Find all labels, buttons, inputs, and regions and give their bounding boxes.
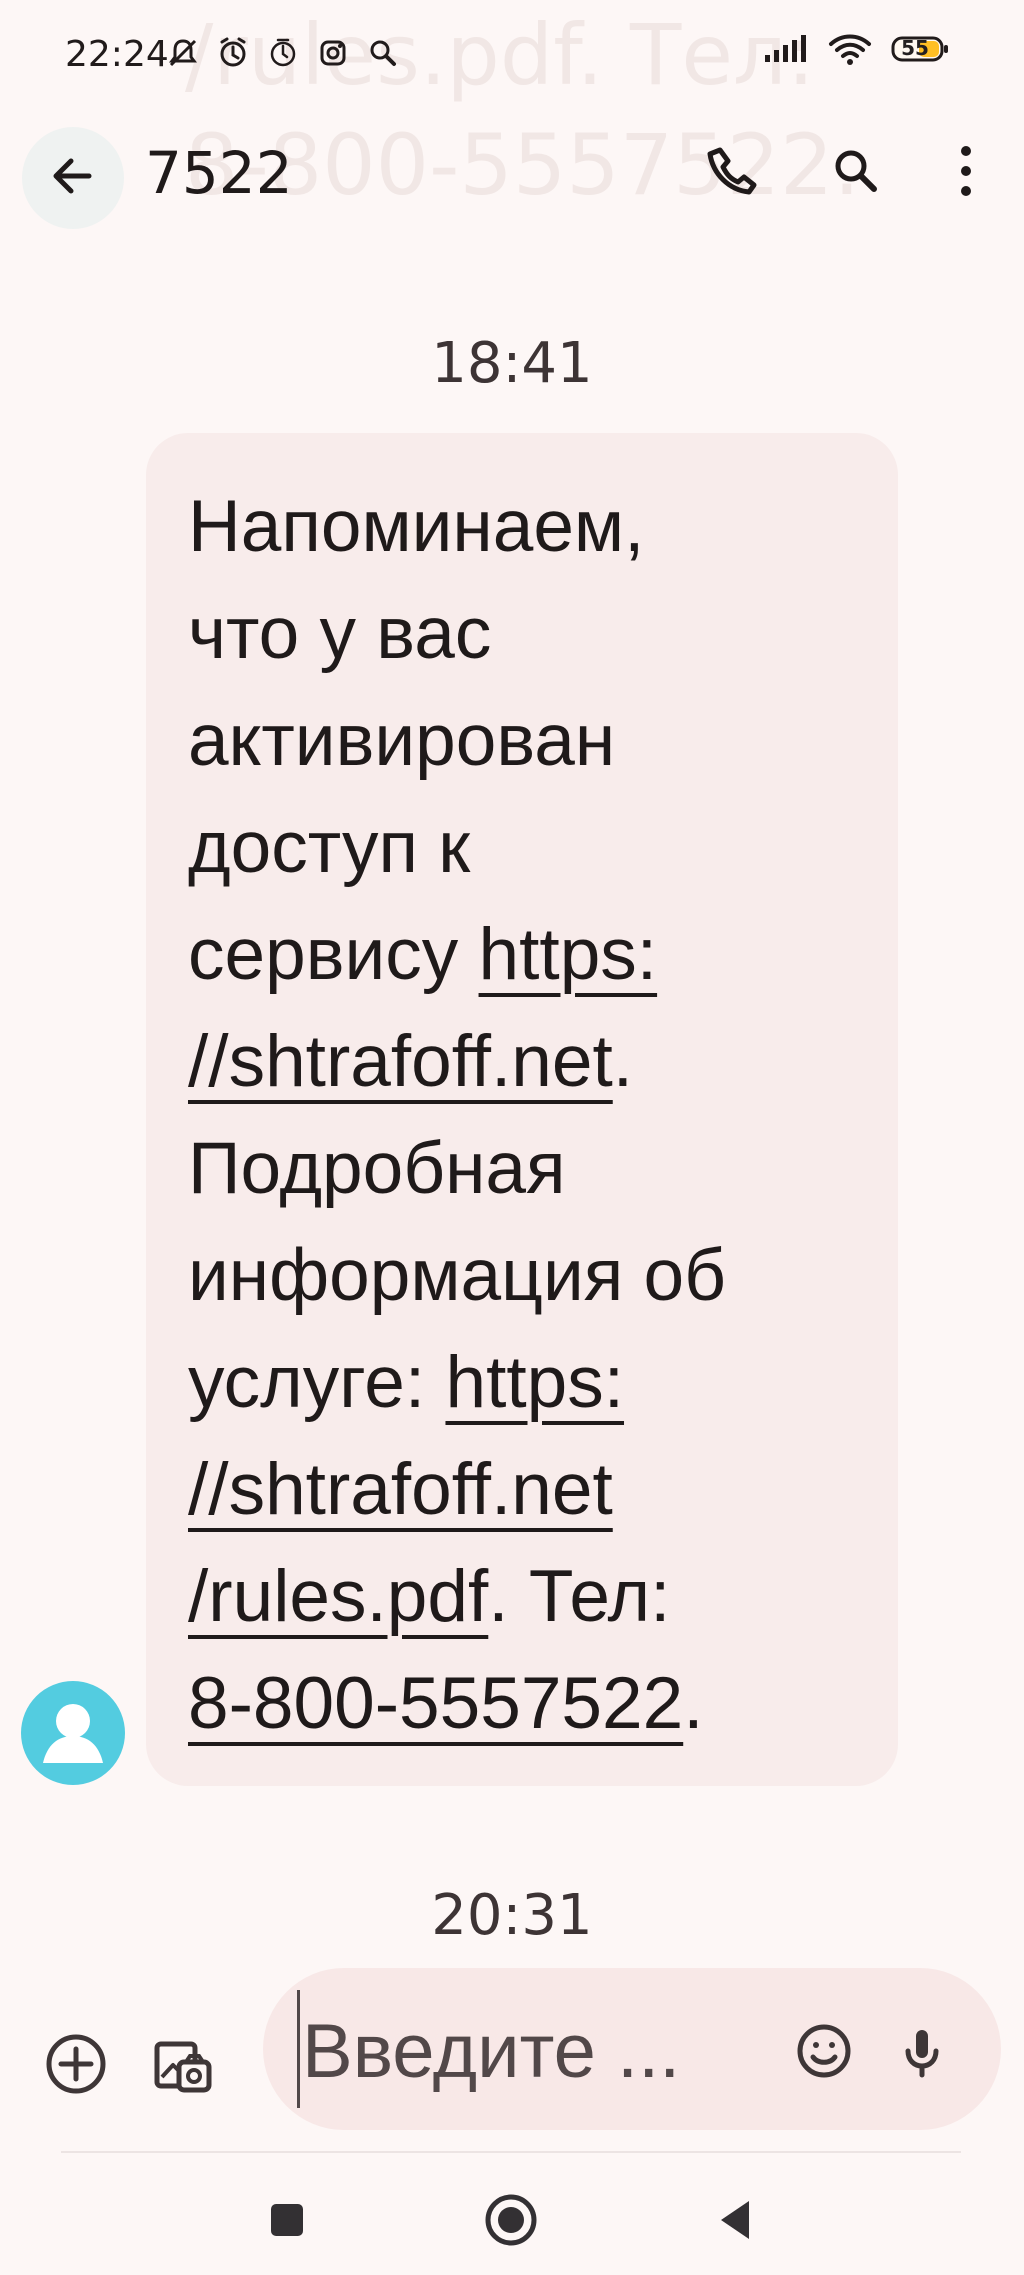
message-line-12: 8-800-5557522. [188,1650,878,1757]
wifi-icon [828,32,872,66]
contact-name: 7522 [145,139,293,207]
microphone-icon [891,2020,953,2086]
phone-number-link[interactable]: 8-800-5557522 [188,1663,683,1744]
message-link[interactable]: /rules.pdf [188,1556,488,1637]
message-link[interactable]: //shtrafoff.net [188,1021,613,1102]
arrow-left-icon [46,149,100,207]
message-line-2: что у вас [188,593,492,674]
home-button[interactable] [476,2187,546,2257]
message-line-11: /rules.pdf. Тел: [188,1543,878,1650]
phone-icon [702,142,760,204]
message-input[interactable] [300,1996,734,2108]
incoming-message-bubble[interactable]: Напоминаем, что у вас активирован доступ… [146,433,898,1786]
message-link[interactable]: https: [479,914,658,995]
recent-apps-icon [267,2200,307,2244]
battery-icon: 55 [890,32,950,66]
message-text-segment: услуге: [188,1342,446,1423]
message-line-8: информация об [188,1235,726,1316]
add-circle-icon [43,2031,109,2101]
search-icon [363,33,403,73]
home-icon [482,2191,540,2253]
call-button[interactable] [690,132,772,214]
person-icon [21,1704,125,1785]
alarm-icon [213,33,253,73]
back-button[interactable] [22,127,124,229]
message-line-1: Напоминаем, [188,486,645,567]
message-line-10: //shtrafoff.net [188,1436,878,1543]
microphone-button[interactable] [881,2012,963,2094]
message-input-container[interactable] [263,1968,1001,2130]
back-triangle-icon [710,2195,760,2249]
message-link[interactable]: //shtrafoff.net [188,1449,613,1530]
message-text-segment: сервису [188,914,479,995]
add-attachment-button[interactable] [35,2025,117,2107]
more-vertical-icon [956,143,976,203]
status-icons-right: 55 [762,32,950,66]
timer-icon [263,33,303,73]
muted-notification-icon [163,33,203,73]
status-icons-left [163,33,403,73]
instagram-icon [313,33,353,73]
message-text-segment: . Тел: [488,1556,671,1637]
conversation-header: 7522 [0,110,1024,230]
emoji-button[interactable] [783,2012,865,2094]
status-bar: 22:24 55 [0,0,1024,110]
emoji-icon [793,2020,855,2086]
gallery-camera-button[interactable] [142,2025,224,2107]
battery-level: 55 [901,36,929,60]
message-punctuation: . [612,1021,634,1102]
camera-gallery-icon [149,2030,217,2102]
back-navigation-button[interactable] [700,2187,770,2257]
message-timestamp: 18:41 [431,331,593,396]
status-time: 22:24 [65,34,169,75]
system-navigation-bar [0,2153,1024,2275]
message-line-7: Подробная [188,1128,566,1209]
message-line-4: доступ к [188,807,471,888]
more-options-button[interactable] [925,132,1007,214]
message-line-3: активирован [188,700,616,781]
search-button[interactable] [815,132,897,214]
avatar[interactable] [21,1681,125,1785]
message-punctuation: . [683,1663,704,1744]
message-line-5: сервису https: [188,901,878,1008]
message-line-9: услуге: https: [188,1329,878,1436]
recent-apps-button[interactable] [252,2187,322,2257]
message-line-6: //shtrafoff.net. [188,1008,878,1115]
message-text: Напоминаем, что у вас активирован доступ… [188,473,878,1757]
search-icon [827,142,885,204]
message-composer [0,1950,1024,2150]
message-timestamp: 20:31 [431,1883,593,1948]
message-link[interactable]: https: [445,1342,624,1423]
signal-icon [762,33,810,65]
